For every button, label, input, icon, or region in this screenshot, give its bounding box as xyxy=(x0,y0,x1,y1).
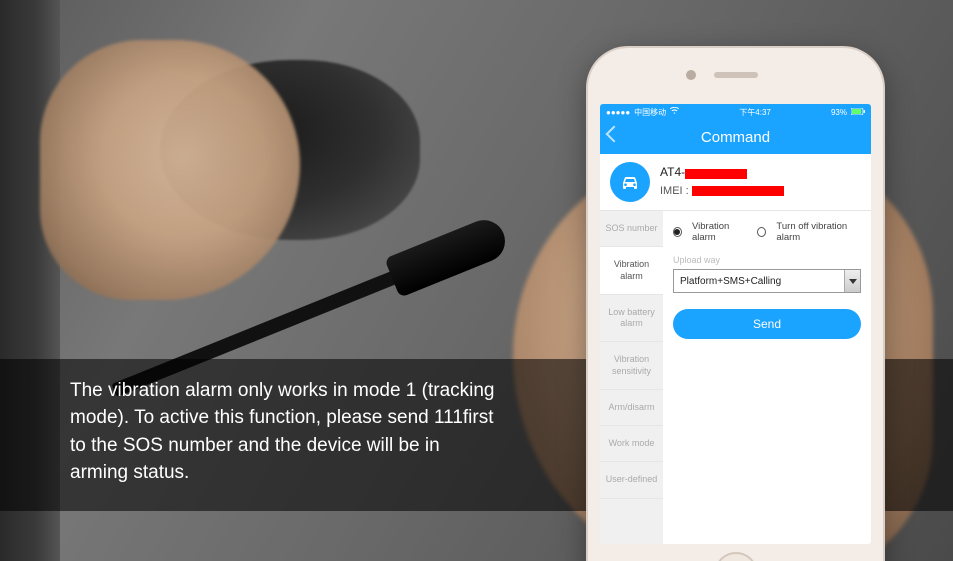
radio-vibration-on-label: Vibration alarm xyxy=(692,221,747,243)
radio-vibration-off-label: Turn off vibration alarm xyxy=(776,221,861,243)
sidebar-item-vibration-sensitivity[interactable]: Vibration sensitivity xyxy=(600,342,663,390)
device-imei: IMEI : xyxy=(660,183,784,201)
radio-vibration-on[interactable] xyxy=(673,227,682,237)
caption-text: The vibration alarm only works in mode 1… xyxy=(70,377,500,487)
battery-icon xyxy=(851,108,865,117)
battery-percent: 93% xyxy=(831,108,847,117)
hand-left xyxy=(40,40,300,300)
product-scene: The vibration alarm only works in mode 1… xyxy=(0,0,953,561)
send-button[interactable]: Send xyxy=(673,309,861,339)
sidebar-item-vibration-alarm[interactable]: Vibration alarm xyxy=(600,247,663,295)
redacted-name-icon xyxy=(685,169,747,179)
sidebar-item-sos-number[interactable]: SOS number xyxy=(600,211,663,247)
device-header: AT4- IMEI : xyxy=(600,154,871,211)
phone-speaker-icon xyxy=(714,72,758,78)
home-button[interactable] xyxy=(714,552,758,561)
upload-way-label: Upload way xyxy=(673,255,861,265)
upload-way-value: Platform+SMS+Calling xyxy=(680,276,781,287)
carrier-label: 中国移动 xyxy=(634,107,666,118)
wifi-icon xyxy=(670,107,679,117)
status-bar: ●●●●● 中国移动 下午4:37 93% xyxy=(600,104,871,120)
back-icon[interactable] xyxy=(606,126,623,143)
sidebar-item-low-battery-alarm[interactable]: Low battery alarm xyxy=(600,295,663,343)
device-name: AT4- xyxy=(660,163,784,183)
upload-way-select[interactable]: Platform+SMS+Calling xyxy=(673,269,861,293)
title-bar: Command xyxy=(600,120,871,154)
radio-vibration-off[interactable] xyxy=(757,227,766,237)
command-panel: Vibration alarm Turn off vibration alarm… xyxy=(663,211,871,544)
sidebar-item-user-defined[interactable]: User-defined xyxy=(600,462,663,498)
sidebar-item-work-mode[interactable]: Work mode xyxy=(600,426,663,462)
signal-dots-icon: ●●●●● xyxy=(606,108,630,117)
chevron-down-icon xyxy=(844,270,860,292)
sidebar-item-arm-disarm[interactable]: Arm/disarm xyxy=(600,390,663,426)
redacted-imei-icon xyxy=(692,186,784,196)
page-title: Command xyxy=(701,129,770,146)
status-time: 下午4:37 xyxy=(739,107,771,118)
phone-frame: ●●●●● 中国移动 下午4:37 93% Command xyxy=(588,48,883,561)
front-camera-icon xyxy=(686,70,696,80)
side-tabs: SOS number Vibration alarm Low battery a… xyxy=(600,211,663,544)
car-icon xyxy=(610,162,650,202)
phone-screen: ●●●●● 中国移动 下午4:37 93% Command xyxy=(600,104,871,544)
